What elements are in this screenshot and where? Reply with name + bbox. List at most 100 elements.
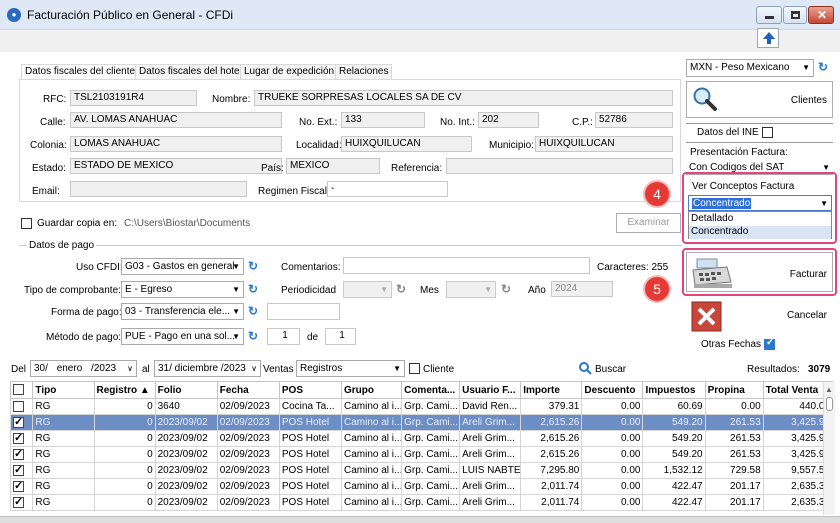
row-checkbox-cell[interactable] (9, 446, 34, 463)
refresh-icon[interactable]: ↻ (818, 61, 830, 73)
row-checkbox-cell[interactable] (9, 478, 34, 495)
tab-datos-hotel[interactable]: Datos fiscales del hotel (135, 64, 246, 79)
column-header-descuento[interactable]: Descuento (581, 381, 644, 399)
metodo-pago-select[interactable]: PUE - Pago en una sol... ▼ (121, 328, 244, 345)
pais-field[interactable]: MEXICO (286, 158, 380, 174)
tab-relaciones[interactable]: Relaciones (335, 64, 393, 79)
table-row[interactable]: RG02023/09/0202/09/2023POS HotelCamino a… (9, 414, 834, 431)
close-button[interactable]: ✕ (808, 6, 834, 24)
select-all-header[interactable] (9, 381, 34, 399)
column-header-comentario[interactable]: Comenta... (401, 381, 461, 399)
chevron-down-icon: ∨ (127, 364, 133, 373)
column-header-propina[interactable]: Propina (704, 381, 764, 399)
table-cell: 0.00 (581, 398, 644, 415)
column-header-importe[interactable]: Importe (520, 381, 583, 399)
refresh-icon[interactable]: ↻ (396, 283, 408, 295)
del-date-picker[interactable]: 30/ enero /2023 ∨ (30, 360, 137, 377)
column-header-grupo[interactable]: Grupo (340, 381, 403, 399)
colonia-field[interactable]: LOMAS ANAHUAC (70, 136, 282, 152)
localidad-field[interactable]: HUIXQUILUCAN (341, 136, 472, 152)
buscar-button[interactable]: Buscar (579, 361, 634, 377)
row-checkbox[interactable] (13, 400, 24, 412)
refresh-icon[interactable]: ↻ (501, 283, 513, 295)
municipio-field[interactable]: HUIXQUILUCAN (535, 136, 673, 152)
column-header-registro[interactable]: Registro ▲ (93, 381, 156, 399)
facturar-button[interactable]: Facturar (686, 252, 833, 292)
column-header-usuario[interactable]: Usuario F... (459, 381, 522, 399)
forma-pago-extra-field[interactable] (267, 303, 340, 320)
nombre-field[interactable]: TRUEKE SORPRESAS LOCALES SA DE CV (254, 90, 673, 106)
row-checkbox[interactable] (13, 432, 24, 444)
regimen-field[interactable]: - (327, 181, 448, 197)
table-row[interactable]: RG02023/09/0202/09/2023POS HotelCamino a… (9, 462, 834, 479)
column-header-pos[interactable]: POS (278, 381, 343, 399)
row-checkbox[interactable] (13, 464, 24, 476)
tipo-comprobante-select[interactable]: E - Egreso ▼ (121, 281, 244, 298)
estado-field[interactable]: ESTADO DE MEXICO (70, 158, 282, 174)
column-header-fecha[interactable]: Fecha (216, 381, 280, 399)
column-header-folio[interactable]: Folio (154, 381, 218, 399)
clientes-button[interactable]: Clientes (686, 81, 833, 118)
option-concentrado[interactable]: Concentrado (689, 226, 831, 239)
option-detallado[interactable]: Detallado (691, 213, 733, 224)
table-row[interactable]: RG02023/09/0202/09/2023POS HotelCamino a… (9, 430, 834, 447)
uso-cfdi-select[interactable]: G03 - Gastos en general ▼ (121, 258, 244, 275)
otras-fechas-checkbox[interactable]: ✓ (764, 337, 775, 350)
row-checkbox-cell[interactable] (9, 398, 34, 415)
minimize-button[interactable] (756, 6, 782, 24)
row-checkbox-cell[interactable] (9, 414, 34, 431)
parcialidad-field[interactable]: 1 (267, 328, 300, 345)
table-cell: Grp. Cami... (401, 494, 461, 511)
ver-conceptos-select[interactable]: Concentrado ▼ (688, 195, 832, 211)
anio-field[interactable]: 2024 (551, 281, 613, 297)
table-scrollbar[interactable]: ▲ (823, 382, 835, 515)
row-checkbox-cell[interactable] (9, 430, 34, 447)
column-header-tipo[interactable]: Tipo (32, 381, 95, 399)
row-checkbox-cell[interactable] (9, 494, 34, 511)
column-header-impuestos[interactable]: Impuestos (642, 381, 706, 399)
ine-checkbox[interactable] (762, 127, 773, 138)
guardar-copia-checkbox[interactable] (21, 218, 32, 229)
tab-datos-cliente[interactable]: Datos fiscales del cliente (21, 64, 140, 80)
scroll-up-arrow-icon[interactable]: ▲ (825, 385, 833, 394)
maximize-button[interactable] (783, 6, 807, 24)
refresh-icon[interactable]: ↻ (248, 283, 260, 295)
cp-field[interactable]: 52786 (595, 112, 673, 128)
noint-field[interactable]: 202 (478, 112, 539, 128)
periodicidad-select[interactable]: ▼ (343, 281, 392, 298)
calle-field[interactable]: AV. LOMAS ANAHUAC (70, 112, 282, 128)
table-cell: POS Hotel (278, 462, 343, 479)
scrollbar-thumb[interactable] (826, 397, 833, 411)
row-checkbox[interactable] (13, 448, 24, 460)
referencia-field[interactable] (446, 158, 673, 174)
row-checkbox[interactable] (13, 480, 24, 492)
row-checkbox[interactable] (13, 416, 24, 428)
select-all-checkbox[interactable] (13, 384, 24, 396)
refresh-icon[interactable]: ↻ (248, 305, 260, 317)
ventas-select[interactable]: Registros ▼ (296, 360, 405, 377)
table-cell: RG (32, 430, 95, 447)
forma-pago-select[interactable]: 03 - Transferencia ele... ▼ (121, 303, 244, 320)
al-date-picker[interactable]: 31/ diciembre /2023 ∨ (154, 360, 261, 377)
table-row[interactable]: RG02023/09/0202/09/2023POS HotelCamino a… (9, 494, 834, 511)
currency-select[interactable]: MXN - Peso Mexicano ▼ (686, 59, 814, 77)
table-row[interactable]: RG 0 3640 02/09/2023 Cocina Ta... Camino al i… (9, 398, 834, 415)
examinar-button[interactable]: Examinar (616, 213, 681, 233)
comentarios-input[interactable] (343, 257, 590, 274)
refresh-icon[interactable]: ↻ (248, 260, 260, 272)
email-field[interactable] (70, 181, 247, 197)
scroll-up-button[interactable] (757, 28, 779, 48)
uso-cfdi-value: G03 - Gastos en general (125, 261, 235, 272)
noext-field[interactable]: 133 (341, 112, 425, 128)
tab-lugar-expedicion[interactable]: Lugar de expedición (240, 64, 339, 79)
row-checkbox-cell[interactable] (9, 462, 34, 479)
row-checkbox[interactable] (13, 496, 24, 508)
rfc-field[interactable]: TSL2103191R4 (70, 90, 197, 106)
refresh-icon[interactable]: ↻ (248, 330, 260, 342)
total-parcialidades-field[interactable]: 1 (325, 328, 356, 345)
table-row[interactable]: RG02023/09/0202/09/2023POS HotelCamino a… (9, 446, 834, 463)
mes-select[interactable]: ▼ (446, 281, 496, 298)
cancelar-button[interactable]: Cancelar (686, 299, 833, 333)
table-row[interactable]: RG02023/09/0202/09/2023POS HotelCamino a… (9, 478, 834, 495)
cliente-checkbox[interactable] (409, 363, 420, 374)
